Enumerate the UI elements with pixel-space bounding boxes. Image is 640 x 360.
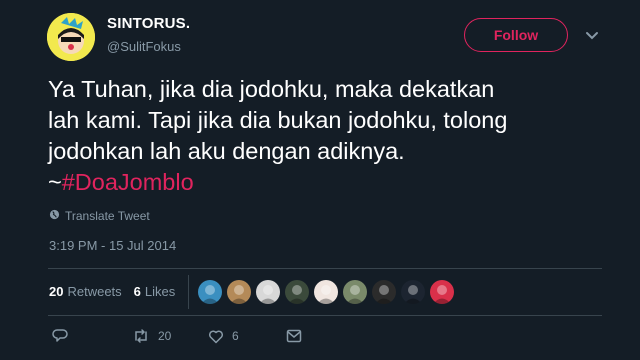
- hashtag-link[interactable]: #DoaJomblo: [62, 169, 194, 195]
- like-button[interactable]: 6: [208, 329, 286, 344]
- tweet-text-line: lah kami. Tapi jika dia bukan jodohku, t…: [48, 107, 508, 133]
- liker-avatar[interactable]: [227, 280, 251, 304]
- likes-count: 6: [133, 284, 141, 299]
- translate-tweet-link[interactable]: Translate Tweet: [49, 209, 150, 223]
- chevron-down-icon[interactable]: [584, 28, 600, 44]
- liker-avatar[interactable]: [372, 280, 396, 304]
- retweet-count: 20: [158, 329, 172, 343]
- likes-stat[interactable]: 6 Likes: [134, 284, 176, 299]
- user-handle[interactable]: @SulitFokus: [107, 39, 181, 54]
- tweet-text-line: Ya Tuhan, jika dia jodohku, maka dekatka…: [48, 76, 495, 102]
- hashtag-prefix: ~: [48, 169, 62, 195]
- stats-separator: [188, 275, 189, 309]
- liker-avatar[interactable]: [343, 280, 367, 304]
- liker-avatar[interactable]: [314, 280, 338, 304]
- likes-label: Likes: [144, 284, 176, 299]
- tweet-timestamp[interactable]: 3:19 PM - 15 Jul 2014: [49, 238, 176, 253]
- tweet-text-line: jodohkan lah aku dengan adiknya.: [48, 138, 405, 164]
- heart-icon: [208, 329, 224, 344]
- direct-message-button[interactable]: [286, 329, 302, 343]
- retweet-icon: [132, 328, 150, 344]
- follow-button[interactable]: Follow: [464, 18, 568, 52]
- retweets-count: 20: [49, 284, 64, 299]
- retweets-stat[interactable]: 20 Retweets: [49, 284, 122, 299]
- envelope-icon: [286, 329, 302, 343]
- like-count: 6: [232, 329, 239, 343]
- divider: [48, 315, 602, 316]
- tweet-card: SINTORUS. @SulitFokus Follow Ya Tuhan, j…: [0, 0, 640, 360]
- liker-avatars: [198, 280, 454, 304]
- translate-label: Translate Tweet: [65, 209, 150, 223]
- reply-icon: [52, 328, 68, 344]
- liker-avatar[interactable]: [285, 280, 309, 304]
- liker-avatar[interactable]: [198, 280, 222, 304]
- tweet-hashtag-line: ~#DoaJomblo: [48, 167, 628, 198]
- globe-icon: [49, 209, 60, 223]
- liker-avatar[interactable]: [401, 280, 425, 304]
- display-name[interactable]: SINTORUS.: [107, 15, 190, 32]
- retweet-button[interactable]: 20: [132, 328, 208, 344]
- tweet-text: Ya Tuhan, jika dia jodohku, maka dekatka…: [48, 74, 628, 198]
- divider: [48, 268, 602, 269]
- avatar[interactable]: [47, 13, 95, 61]
- tweet-actions: 20 6: [52, 328, 302, 344]
- liker-avatar[interactable]: [430, 280, 454, 304]
- reply-button[interactable]: [52, 328, 132, 344]
- liker-avatar[interactable]: [256, 280, 280, 304]
- retweets-label: Retweets: [67, 284, 122, 299]
- tweet-stats: 20 Retweets 6 Likes: [49, 284, 187, 299]
